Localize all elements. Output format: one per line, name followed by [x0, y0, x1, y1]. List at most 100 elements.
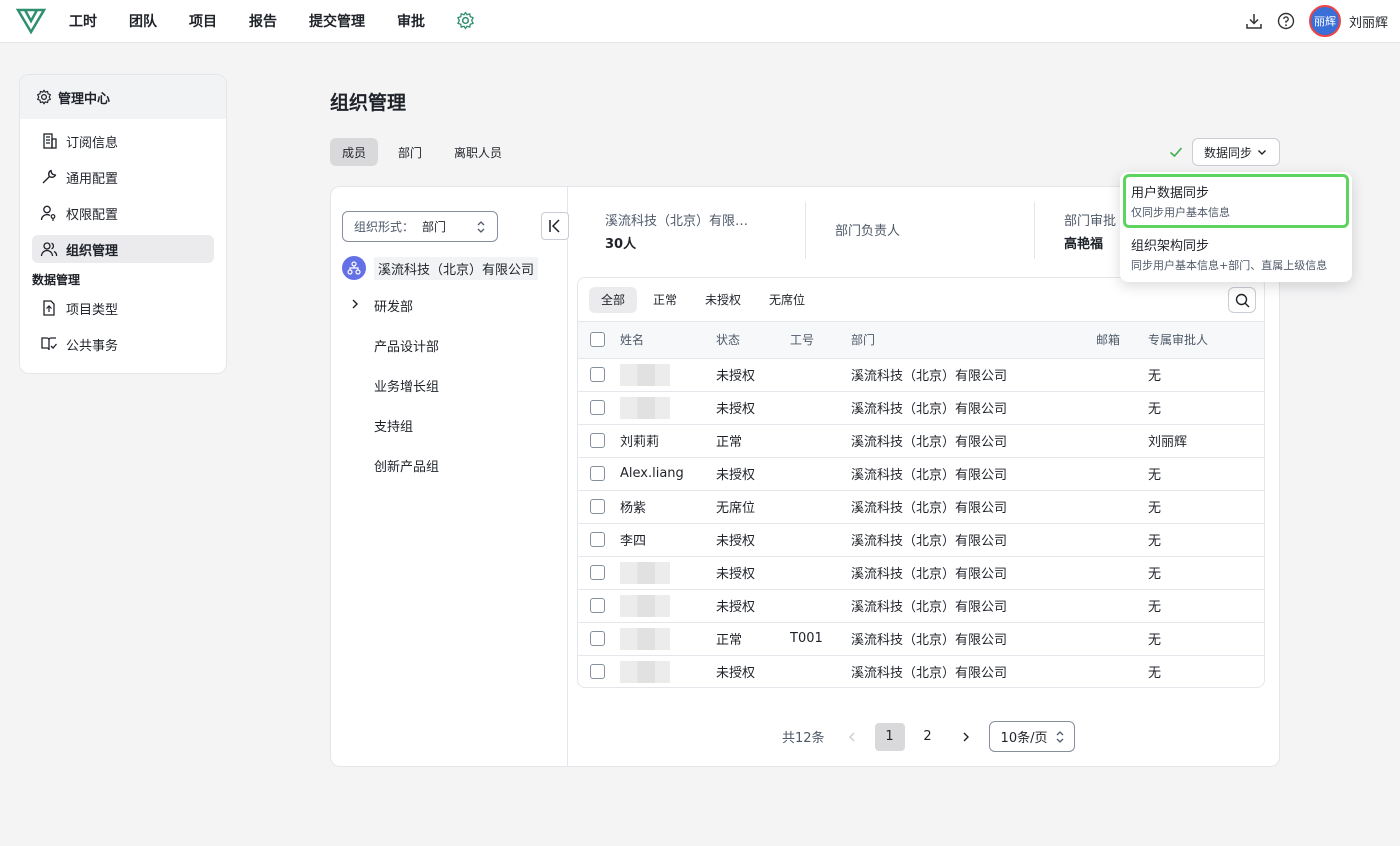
tab-departments[interactable]: 部门: [386, 138, 434, 166]
nav-item-report[interactable]: 报告: [249, 11, 277, 31]
data-sync-button[interactable]: 数据同步: [1192, 138, 1280, 166]
row-checkbox[interactable]: [590, 664, 605, 679]
table-row[interactable]: 刘莉莉 正常 溪流科技（北京）有限公司 刘丽辉: [578, 424, 1264, 458]
menu-item-title: 组织架构同步: [1131, 239, 1210, 254]
row-checkbox[interactable]: [590, 400, 605, 415]
page-1-button[interactable]: 1: [874, 722, 905, 751]
sidebar-header: 管理中心: [20, 75, 226, 119]
nav-item-approval[interactable]: 审批: [397, 11, 425, 31]
filter-no-seat[interactable]: 无席位: [757, 287, 817, 313]
org-tree: 组织形式： 部门 溪流科技（北京）有限公司 研发部 产品设计部 业务增长组 支持…: [331, 187, 569, 766]
check-icon: [1169, 147, 1183, 158]
user-name[interactable]: 刘丽辉: [1349, 12, 1388, 31]
member-approver: 无: [1148, 655, 1264, 687]
chevron-down-icon: [1258, 150, 1266, 155]
sidebar-item-label: 订阅信息: [66, 135, 119, 151]
filter-unauthorized[interactable]: 未授权: [693, 287, 753, 313]
sidebar-item-organization[interactable]: 组织管理: [32, 235, 214, 263]
member-approver: 无: [1148, 556, 1264, 590]
member-tabs: 成员 部门 离职人员: [330, 138, 522, 166]
download-icon[interactable]: [1245, 12, 1263, 30]
col-email: 邮箱: [1096, 322, 1148, 359]
row-checkbox[interactable]: [590, 565, 605, 580]
table-row[interactable]: Alex.liang 未授权 溪流科技（北京）有限公司 无: [578, 457, 1264, 491]
table-row[interactable]: 未授权 溪流科技（北京）有限公司 无: [578, 655, 1264, 687]
page-2-button[interactable]: 2: [913, 723, 943, 751]
member-approver: 无: [1148, 622, 1264, 656]
member-table-box: 全部 正常 未授权 无席位 姓名 状态 工号 部门 邮箱 专属审批人 未授权 溪…: [577, 277, 1265, 688]
member-email: [1096, 424, 1148, 458]
menu-item-org-sync[interactable]: 组织架构同步 同步用户基本信息+部门、直属上级信息: [1123, 227, 1349, 281]
sidebar-item-subscription[interactable]: 订阅信息: [32, 127, 214, 155]
menu-item-title: 用户数据同步: [1131, 186, 1210, 201]
row-checkbox[interactable]: [590, 367, 605, 382]
member-email: [1096, 457, 1148, 491]
collapse-tree-button[interactable]: [541, 212, 569, 240]
row-checkbox[interactable]: [590, 532, 605, 547]
select-all-checkbox[interactable]: [590, 332, 605, 348]
search-button[interactable]: [1228, 287, 1256, 313]
member-department: 溪流科技（北京）有限公司: [851, 457, 1096, 491]
member-department: 溪流科技（北京）有限公司: [851, 556, 1096, 590]
page-size-select[interactable]: 10条/页: [988, 721, 1075, 752]
org-tree-root[interactable]: 溪流科技（北京）有限公司: [342, 256, 539, 280]
chevron-updown-icon: [1056, 731, 1064, 743]
help-icon[interactable]: [1277, 12, 1295, 30]
nav-item-team[interactable]: 团队: [129, 11, 157, 31]
chevron-right-icon[interactable]: [349, 298, 361, 310]
member-employee-id: [790, 655, 851, 687]
table-row[interactable]: 杨紫 无席位 溪流科技（北京）有限公司 无: [578, 490, 1264, 524]
org-form-select[interactable]: 组织形式： 部门: [342, 211, 498, 242]
member-table: 姓名 状态 工号 部门 邮箱 专属审批人 未授权 溪流科技（北京）有限公司无未授权…: [578, 322, 1264, 687]
table-row[interactable]: 未授权 溪流科技（北京）有限公司 无: [578, 556, 1264, 590]
filter-normal[interactable]: 正常: [641, 287, 689, 313]
tree-item-growth[interactable]: 业务增长组: [374, 376, 439, 395]
member-department: 溪流科技（北京）有限公司: [851, 655, 1096, 687]
row-checkbox[interactable]: [590, 598, 605, 613]
row-checkbox[interactable]: [590, 499, 605, 514]
prev-page-button[interactable]: [837, 723, 867, 751]
page-title: 组织管理: [330, 92, 407, 114]
table-row[interactable]: 未授权 溪流科技（北京）有限公司 无: [578, 358, 1264, 392]
sidebar-item-permissions[interactable]: 权限配置: [32, 199, 214, 227]
settings-gear-icon[interactable]: [456, 11, 475, 30]
nav-item-submission[interactable]: 提交管理: [309, 11, 365, 31]
row-checkbox[interactable]: [590, 631, 605, 646]
menu-item-desc: 同步用户基本信息+部门、直属上级信息: [1131, 259, 1328, 272]
tree-item-support[interactable]: 支持组: [374, 416, 413, 435]
row-checkbox[interactable]: [590, 466, 605, 481]
tree-item-product-design[interactable]: 产品设计部: [374, 336, 439, 355]
table-row[interactable]: 李四 未授权 溪流科技（北京）有限公司 无: [578, 523, 1264, 557]
sidebar-item-public-affairs[interactable]: 公共事务: [32, 330, 214, 358]
member-name: 杨紫: [620, 501, 647, 516]
member-email: [1096, 490, 1148, 524]
member-approver: 无: [1148, 457, 1264, 491]
menu-item-user-sync[interactable]: 用户数据同步 仅同步用户基本信息: [1123, 174, 1349, 228]
filter-all[interactable]: 全部: [589, 286, 638, 313]
next-page-button[interactable]: [951, 723, 981, 751]
tree-item-rnd[interactable]: 研发部: [374, 296, 413, 315]
sidebar-item-label: 项目类型: [66, 302, 119, 318]
member-status: 未授权: [716, 391, 790, 425]
sidebar-item-project-type[interactable]: 项目类型: [32, 294, 214, 322]
nav-item-timesheet[interactable]: 工时: [69, 11, 97, 31]
data-sync-dropdown: 用户数据同步 仅同步用户基本信息 组织架构同步 同步用户基本信息+部门、直属上级…: [1120, 172, 1352, 282]
app-logo-icon[interactable]: [16, 7, 46, 34]
sidebar-item-label: 通用配置: [66, 171, 119, 187]
menu-item-desc: 仅同步用户基本信息: [1131, 206, 1230, 219]
sidebar-item-general-config[interactable]: 通用配置: [32, 163, 214, 191]
table-header-row: 姓名 状态 工号 部门 邮箱 专属审批人: [578, 322, 1264, 359]
search-icon: [1235, 293, 1249, 307]
tab-members[interactable]: 成员: [330, 138, 379, 166]
table-row[interactable]: 未授权 溪流科技（北京）有限公司 无: [578, 589, 1264, 623]
tree-item-innovation[interactable]: 创新产品组: [374, 456, 439, 475]
tab-resigned[interactable]: 离职人员: [442, 138, 514, 166]
redacted-name: [620, 660, 670, 683]
row-checkbox[interactable]: [590, 433, 605, 448]
table-row[interactable]: 未授权 溪流科技（北京）有限公司 无: [578, 391, 1264, 425]
building-icon: [43, 133, 57, 149]
nav-item-project[interactable]: 项目: [189, 11, 217, 31]
users-icon: [40, 242, 58, 257]
user-avatar[interactable]: 丽辉: [1308, 5, 1341, 37]
table-row[interactable]: 正常 T001 溪流科技（北京）有限公司 无: [578, 622, 1264, 656]
